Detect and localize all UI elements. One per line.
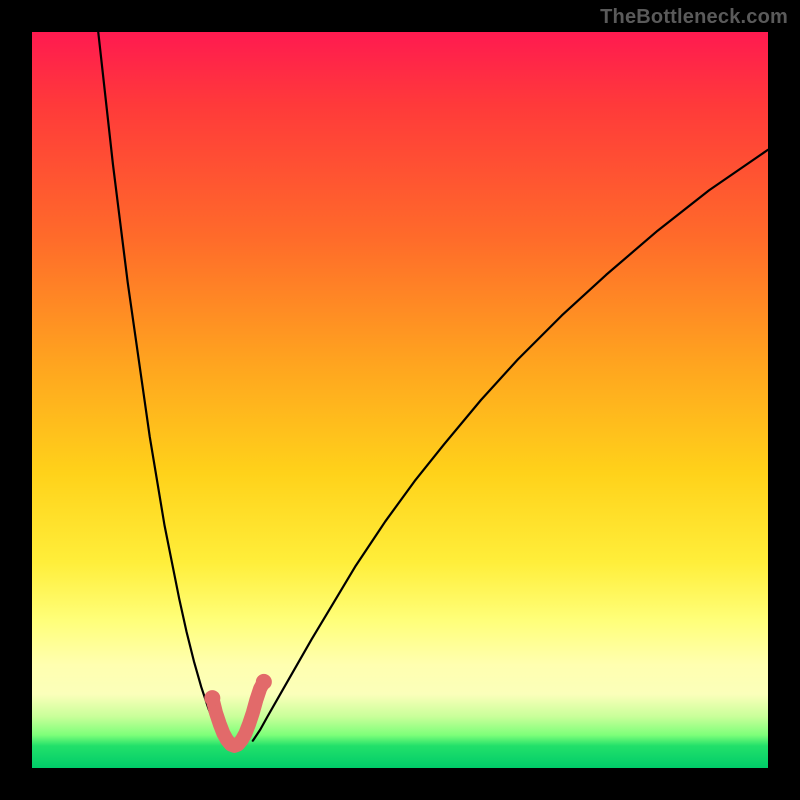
attribution-watermark: TheBottleneck.com [600,6,788,29]
curve-right-branch [253,150,768,741]
chart-plot-area [32,32,768,768]
chart-curve-svg [32,32,768,768]
u-overlay-dot-left [204,690,220,706]
chart-frame: TheBottleneck.com [0,0,800,800]
curve-left-branch [98,32,223,741]
u-overlay-dot-right [256,674,272,690]
